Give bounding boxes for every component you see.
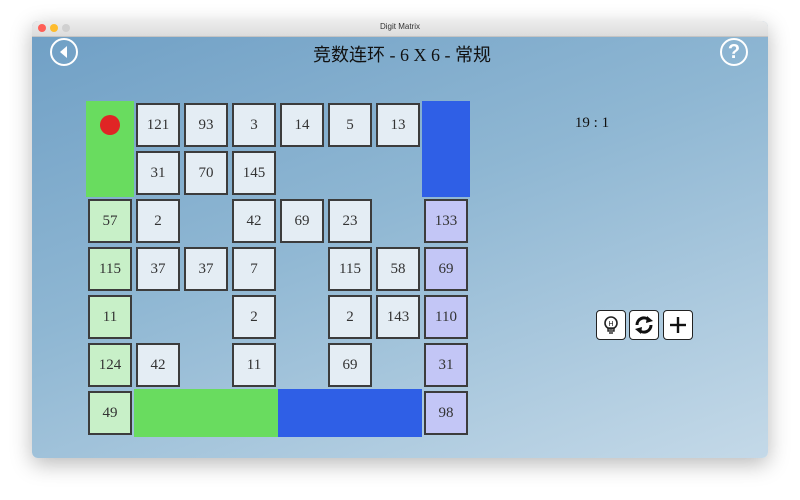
title-bar: Digit Matrix — [32, 21, 768, 37]
number-cell[interactable]: 121 — [136, 103, 180, 147]
plus-icon — [670, 317, 686, 333]
blue-bottom-band — [278, 389, 422, 437]
back-arrow-icon — [60, 46, 67, 58]
window-title: Digit Matrix — [379, 22, 420, 31]
blue-start-band — [422, 101, 470, 197]
app-window: Digit Matrix 竞数连环 - 6 X 6 - 常规 ? 19 : 1 … — [32, 21, 768, 458]
number-cell[interactable]: 23 — [328, 199, 372, 243]
game-board: 121 93 3 14 5 13 31 70 145 2 42 69 23 37 37 7 115 58 2 2 143… — [86, 101, 470, 439]
blue-number-cell[interactable]: 31 — [424, 343, 468, 387]
refresh-icon — [635, 316, 653, 334]
number-cell[interactable]: 69 — [280, 199, 324, 243]
number-cell[interactable]: 93 — [184, 103, 228, 147]
page-title: 竞数连环 - 6 X 6 - 常规 — [313, 45, 491, 65]
number-cell[interactable]: 3 — [232, 103, 276, 147]
restart-button[interactable] — [629, 310, 659, 340]
green-number-cell[interactable]: 115 — [88, 247, 132, 291]
hint-button[interactable]: H — [596, 310, 626, 340]
number-cell[interactable]: 37 — [136, 247, 180, 291]
number-cell[interactable]: 2 — [328, 295, 372, 339]
number-cell[interactable]: 145 — [232, 151, 276, 195]
number-cell[interactable]: 5 — [328, 103, 372, 147]
number-cell[interactable]: 14 — [280, 103, 324, 147]
number-cell[interactable]: 115 — [328, 247, 372, 291]
number-cell[interactable]: 37 — [184, 247, 228, 291]
number-cell[interactable]: 70 — [184, 151, 228, 195]
help-button[interactable]: ? — [720, 38, 748, 66]
score-display: 19 : 1 — [574, 115, 610, 131]
number-cell[interactable]: 7 — [232, 247, 276, 291]
number-cell[interactable]: 143 — [376, 295, 420, 339]
green-number-cell[interactable]: 11 — [88, 295, 132, 339]
number-cell[interactable]: 69 — [328, 343, 372, 387]
number-cell[interactable]: 13 — [376, 103, 420, 147]
svg-text:H: H — [608, 320, 613, 328]
blue-number-cell[interactable]: 69 — [424, 247, 468, 291]
lightbulb-icon: H — [604, 316, 618, 334]
number-cell[interactable]: 42 — [136, 343, 180, 387]
number-cell[interactable]: 42 — [232, 199, 276, 243]
blue-number-cell[interactable]: 98 — [424, 391, 468, 435]
green-number-cell[interactable]: 124 — [88, 343, 132, 387]
number-cell[interactable]: 11 — [232, 343, 276, 387]
number-cell[interactable]: 58 — [376, 247, 420, 291]
blue-number-cell[interactable]: 133 — [424, 199, 468, 243]
number-cell[interactable]: 31 — [136, 151, 180, 195]
back-button[interactable] — [50, 38, 78, 66]
new-game-button[interactable] — [663, 310, 693, 340]
green-bottom-band — [134, 389, 278, 437]
number-cell[interactable]: 2 — [232, 295, 276, 339]
blue-number-cell[interactable]: 110 — [424, 295, 468, 339]
green-number-cell[interactable]: 49 — [88, 391, 132, 435]
question-mark-icon: ? — [727, 40, 741, 63]
player-marker[interactable] — [100, 115, 120, 135]
number-cell[interactable]: 2 — [136, 199, 180, 243]
green-number-cell[interactable]: 57 — [88, 199, 132, 243]
